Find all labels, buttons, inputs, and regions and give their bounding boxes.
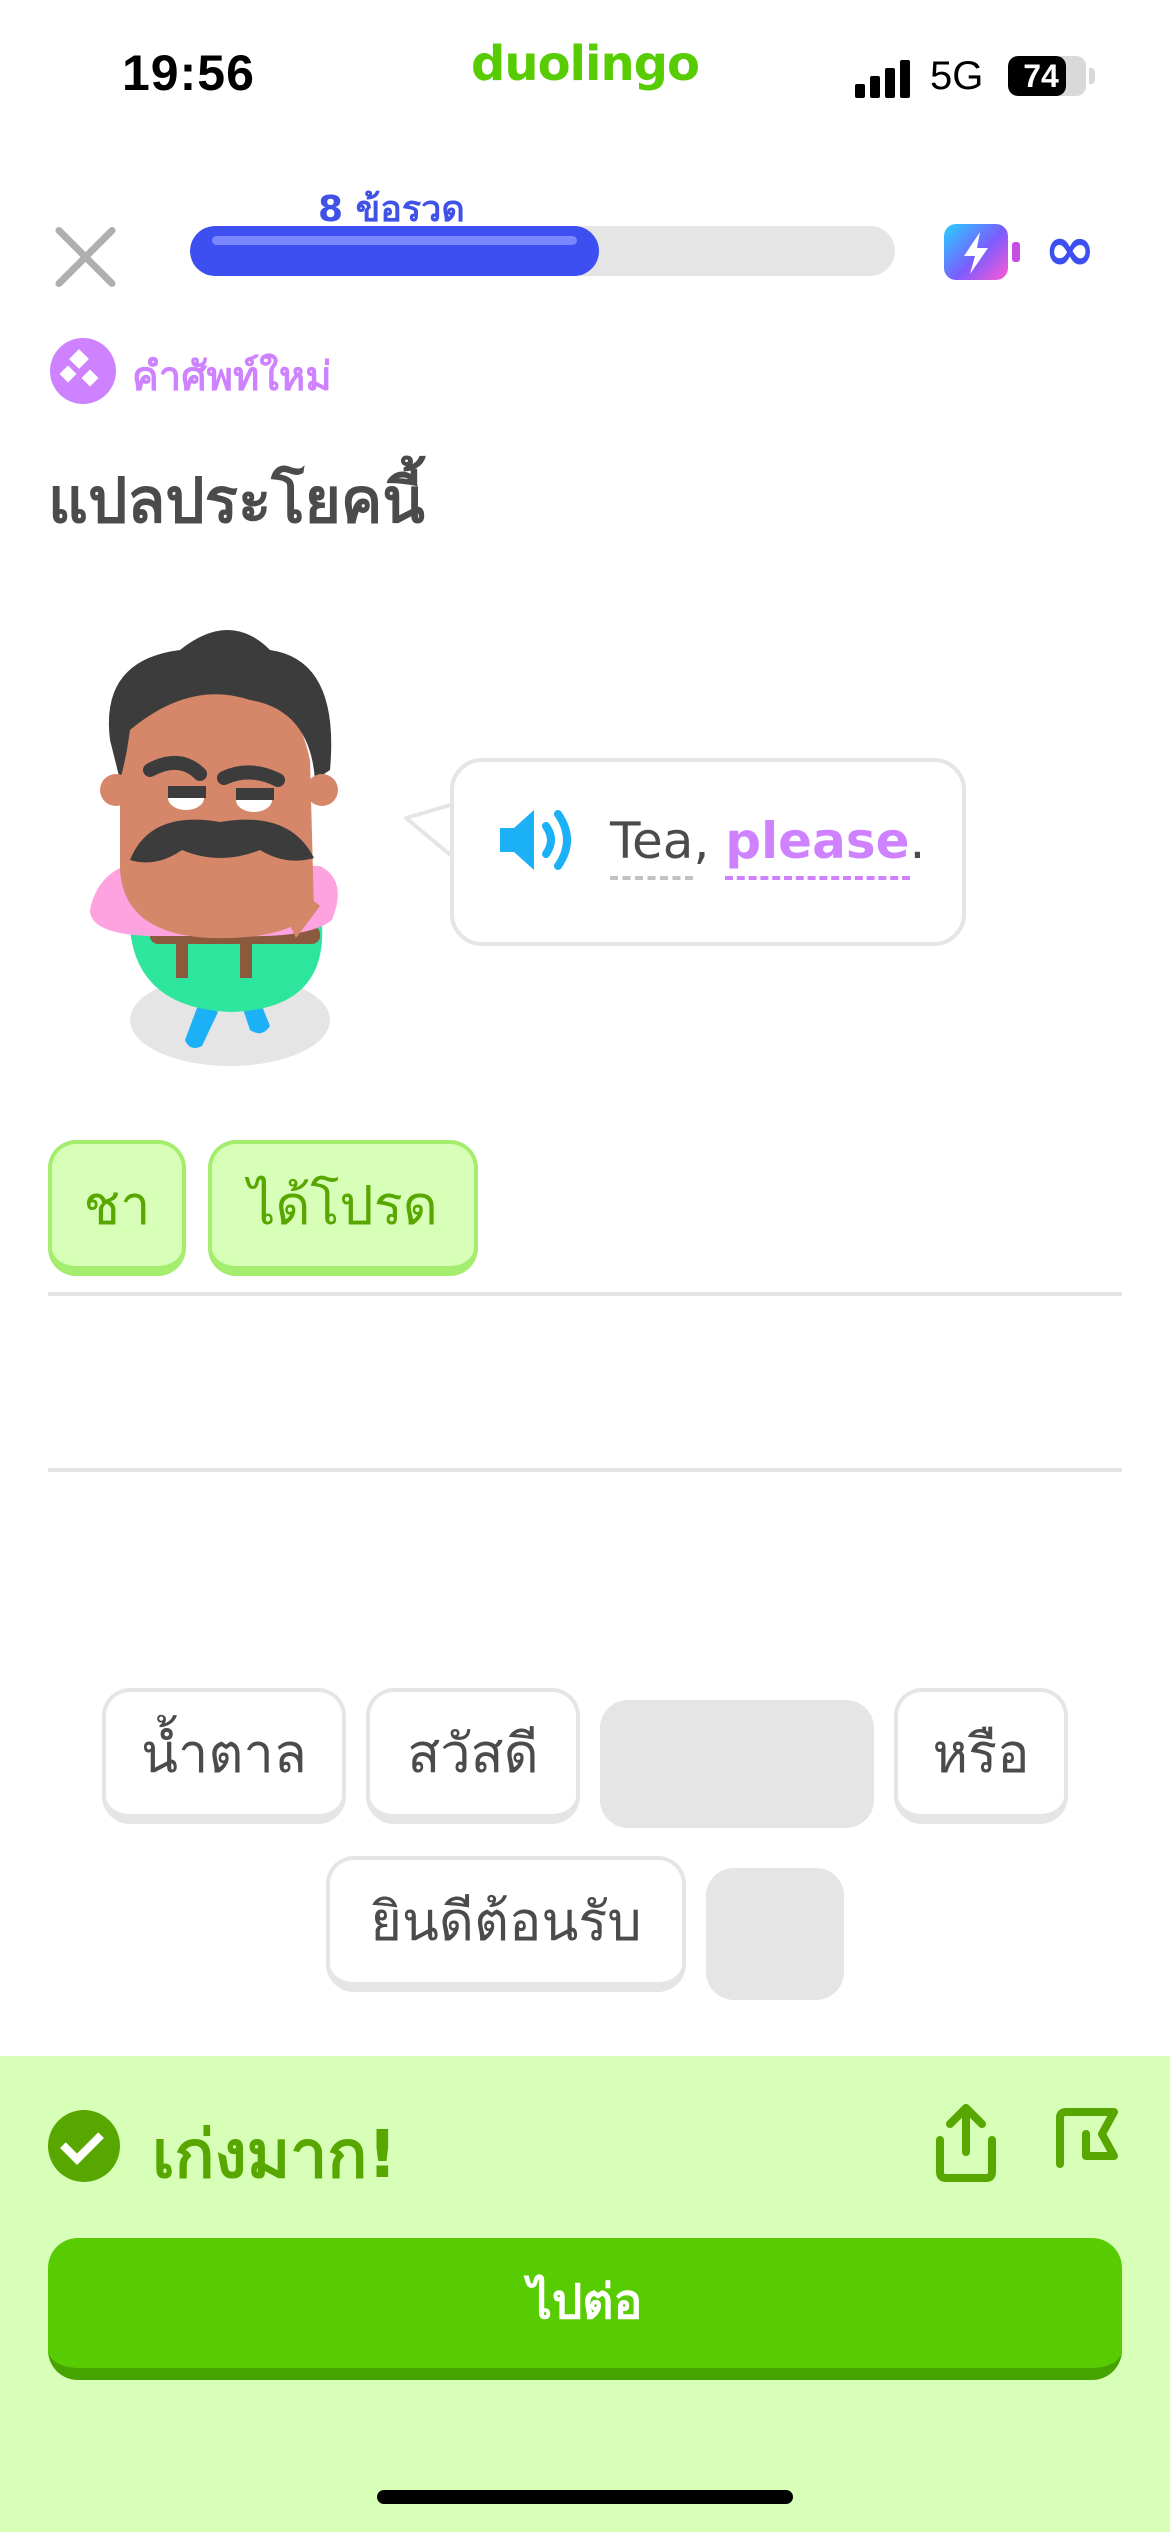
continue-button[interactable]: ไปต่อ <box>48 2238 1122 2380</box>
energy-infinity: ∞ <box>1044 212 1096 285</box>
app-name: duolingo <box>471 36 700 92</box>
home-indicator <box>377 2490 793 2504</box>
answer-chip[interactable]: ได้โปรด <box>208 1140 478 1276</box>
word-bank-slot-empty <box>706 1868 844 2000</box>
sentence-comma: , <box>693 812 726 870</box>
cellular-signal-icon <box>855 58 915 98</box>
answer-line <box>48 1292 1122 1296</box>
character-illustration <box>90 620 360 1100</box>
lesson-progress-fill <box>190 226 599 276</box>
network-type: 5G <box>930 54 984 98</box>
lesson-progress-bar <box>190 226 895 276</box>
prompt-sentence: Tea, please. <box>610 812 926 880</box>
speaker-icon[interactable] <box>494 800 578 880</box>
check-icon <box>48 2110 120 2182</box>
new-word-icon <box>50 338 116 404</box>
share-icon[interactable] <box>930 2102 1002 2182</box>
lesson-progress-shine <box>212 236 577 245</box>
word-bank-chip[interactable]: น้ำตาล <box>102 1688 346 1824</box>
page-title: แปลประโยคนี้ <box>48 464 425 537</box>
close-icon[interactable] <box>44 214 124 294</box>
feedback-message: เก่งมาก! <box>152 2116 398 2193</box>
energy-icon[interactable] <box>944 224 1020 280</box>
word-bank-chip[interactable]: หรือ <box>894 1688 1068 1824</box>
sentence-word-tea[interactable]: Tea <box>610 812 694 880</box>
battery-icon: 74 <box>1008 56 1086 96</box>
status-bar: 19:56 duolingo 5G 74 <box>0 0 1170 150</box>
report-flag-icon[interactable] <box>1052 2104 1124 2176</box>
word-bank-slot-empty <box>600 1700 874 1828</box>
sentence-period: . <box>909 812 926 870</box>
new-word-label: คำศัพท์ใหม่ <box>132 354 332 400</box>
battery-percent: 74 <box>1023 58 1059 94</box>
word-bank-chip[interactable]: ยินดีต้อนรับ <box>326 1856 686 1992</box>
battery-cap <box>1089 68 1095 84</box>
answer-line <box>48 1468 1122 1472</box>
word-bank-chip[interactable]: สวัสดี <box>366 1688 580 1824</box>
sentence-word-please[interactable]: please <box>725 812 910 880</box>
answer-chip[interactable]: ชา <box>48 1140 186 1276</box>
